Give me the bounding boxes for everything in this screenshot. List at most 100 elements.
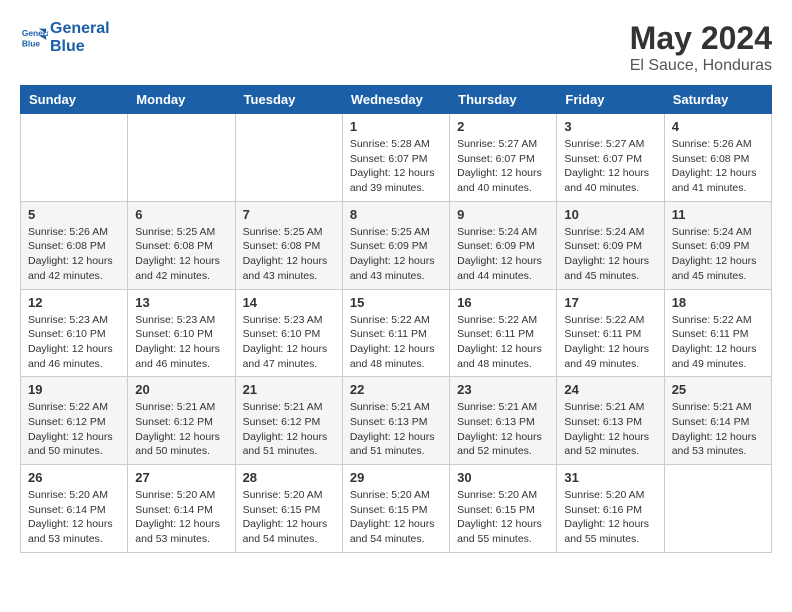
day-info: Sunrise: 5:22 AM Sunset: 6:11 PM Dayligh…	[672, 313, 764, 372]
calendar-cell: 24 Sunrise: 5:21 AM Sunset: 6:13 PM Dayli…	[557, 377, 664, 465]
day-info: Sunrise: 5:21 AM Sunset: 6:13 PM Dayligh…	[350, 400, 442, 459]
day-info: Sunrise: 5:20 AM Sunset: 6:14 PM Dayligh…	[135, 488, 227, 547]
calendar-cell: 5 Sunrise: 5:26 AM Sunset: 6:08 PM Daylig…	[21, 201, 128, 289]
calendar-cell: 31Sunrise: 5:20 AM Sunset: 6:16 PM Dayli…	[557, 465, 664, 553]
column-header-saturday: Saturday	[664, 86, 771, 114]
day-info: Sunrise: 5:20 AM Sunset: 6:14 PM Dayligh…	[28, 488, 120, 547]
calendar-cell: 25 Sunrise: 5:21 AM Sunset: 6:14 PM Dayli…	[664, 377, 771, 465]
calendar-cell	[664, 465, 771, 553]
day-info: Sunrise: 5:23 AM Sunset: 6:10 PM Dayligh…	[135, 313, 227, 372]
calendar-cell: 3 Sunrise: 5:27 AM Sunset: 6:07 PM Daylig…	[557, 114, 664, 202]
day-number: 8	[350, 207, 442, 222]
day-info: Sunrise: 5:20 AM Sunset: 6:16 PM Dayligh…	[564, 488, 656, 547]
day-number: 1	[350, 119, 442, 134]
day-info: Sunrise: 5:23 AM Sunset: 6:10 PM Dayligh…	[28, 313, 120, 372]
day-info: Sunrise: 5:26 AM Sunset: 6:08 PM Dayligh…	[28, 225, 120, 284]
column-header-wednesday: Wednesday	[342, 86, 449, 114]
calendar-cell	[235, 114, 342, 202]
calendar-cell: 9Sunrise: 5:24 AM Sunset: 6:09 PM Daylig…	[450, 201, 557, 289]
day-info: Sunrise: 5:27 AM Sunset: 6:07 PM Dayligh…	[457, 137, 549, 196]
column-header-monday: Monday	[128, 86, 235, 114]
calendar-cell	[21, 114, 128, 202]
day-info: Sunrise: 5:24 AM Sunset: 6:09 PM Dayligh…	[672, 225, 764, 284]
day-info: Sunrise: 5:26 AM Sunset: 6:08 PM Dayligh…	[672, 137, 764, 196]
column-header-tuesday: Tuesday	[235, 86, 342, 114]
day-number: 24	[564, 382, 656, 397]
day-number: 20	[135, 382, 227, 397]
day-number: 3	[564, 119, 656, 134]
day-info: Sunrise: 5:21 AM Sunset: 6:13 PM Dayligh…	[564, 400, 656, 459]
day-number: 14	[243, 295, 335, 310]
day-info: Sunrise: 5:20 AM Sunset: 6:15 PM Dayligh…	[457, 488, 549, 547]
day-number: 18	[672, 295, 764, 310]
logo-text: GeneralBlue	[50, 20, 110, 55]
day-info: Sunrise: 5:20 AM Sunset: 6:15 PM Dayligh…	[350, 488, 442, 547]
location-title: El Sauce, Honduras	[630, 57, 772, 75]
day-info: Sunrise: 5:24 AM Sunset: 6:09 PM Dayligh…	[457, 225, 549, 284]
day-info: Sunrise: 5:22 AM Sunset: 6:11 PM Dayligh…	[457, 313, 549, 372]
day-number: 22	[350, 382, 442, 397]
calendar-cell: 12 Sunrise: 5:23 AM Sunset: 6:10 PM Dayli…	[21, 289, 128, 377]
day-number: 11	[672, 207, 764, 222]
column-header-thursday: Thursday	[450, 86, 557, 114]
day-number: 25	[672, 382, 764, 397]
day-number: 16	[457, 295, 549, 310]
day-number: 6	[135, 207, 227, 222]
calendar-cell: 2 Sunrise: 5:27 AM Sunset: 6:07 PM Daylig…	[450, 114, 557, 202]
day-number: 13	[135, 295, 227, 310]
day-number: 17	[564, 295, 656, 310]
day-number: 4	[672, 119, 764, 134]
calendar-cell: 15Sunrise: 5:22 AM Sunset: 6:11 PM Dayli…	[342, 289, 449, 377]
calendar-cell: 14 Sunrise: 5:23 AM Sunset: 6:10 PM Dayli…	[235, 289, 342, 377]
calendar-cell: 4 Sunrise: 5:26 AM Sunset: 6:08 PM Daylig…	[664, 114, 771, 202]
day-number: 19	[28, 382, 120, 397]
day-info: Sunrise: 5:21 AM Sunset: 6:13 PM Dayligh…	[457, 400, 549, 459]
day-number: 12	[28, 295, 120, 310]
day-number: 29	[350, 470, 442, 485]
day-number: 10	[564, 207, 656, 222]
day-number: 21	[243, 382, 335, 397]
calendar-cell: 28 Sunrise: 5:20 AM Sunset: 6:15 PM Dayli…	[235, 465, 342, 553]
calendar-cell: 11 Sunrise: 5:24 AM Sunset: 6:09 PM Dayli…	[664, 201, 771, 289]
calendar-cell: 29 Sunrise: 5:20 AM Sunset: 6:15 PM Dayli…	[342, 465, 449, 553]
column-header-friday: Friday	[557, 86, 664, 114]
calendar-cell: 20Sunrise: 5:21 AM Sunset: 6:12 PM Dayli…	[128, 377, 235, 465]
day-info: Sunrise: 5:21 AM Sunset: 6:14 PM Dayligh…	[672, 400, 764, 459]
calendar-table: SundayMondayTuesdayWednesdayThursdayFrid…	[20, 85, 772, 553]
calendar-cell: 26 Sunrise: 5:20 AM Sunset: 6:14 PM Dayli…	[21, 465, 128, 553]
day-info: Sunrise: 5:24 AM Sunset: 6:09 PM Dayligh…	[564, 225, 656, 284]
day-number: 26	[28, 470, 120, 485]
day-number: 2	[457, 119, 549, 134]
day-number: 30	[457, 470, 549, 485]
day-number: 5	[28, 207, 120, 222]
calendar-cell: 18 Sunrise: 5:22 AM Sunset: 6:11 PM Dayli…	[664, 289, 771, 377]
svg-text:Blue: Blue	[22, 38, 40, 48]
calendar-cell: 13 Sunrise: 5:23 AM Sunset: 6:10 PM Dayli…	[128, 289, 235, 377]
calendar-cell: 8Sunrise: 5:25 AM Sunset: 6:09 PM Daylig…	[342, 201, 449, 289]
day-info: Sunrise: 5:22 AM Sunset: 6:12 PM Dayligh…	[28, 400, 120, 459]
calendar-cell: 10 Sunrise: 5:24 AM Sunset: 6:09 PM Dayli…	[557, 201, 664, 289]
calendar-cell: 7Sunrise: 5:25 AM Sunset: 6:08 PM Daylig…	[235, 201, 342, 289]
day-info: Sunrise: 5:20 AM Sunset: 6:15 PM Dayligh…	[243, 488, 335, 547]
day-info: Sunrise: 5:27 AM Sunset: 6:07 PM Dayligh…	[564, 137, 656, 196]
day-info: Sunrise: 5:25 AM Sunset: 6:08 PM Dayligh…	[135, 225, 227, 284]
day-number: 23	[457, 382, 549, 397]
column-header-sunday: Sunday	[21, 86, 128, 114]
month-title: May 2024	[630, 20, 772, 57]
day-info: Sunrise: 5:23 AM Sunset: 6:10 PM Dayligh…	[243, 313, 335, 372]
calendar-cell: 19 Sunrise: 5:22 AM Sunset: 6:12 PM Dayli…	[21, 377, 128, 465]
calendar-cell: 23 Sunrise: 5:21 AM Sunset: 6:13 PM Dayli…	[450, 377, 557, 465]
day-info: Sunrise: 5:22 AM Sunset: 6:11 PM Dayligh…	[564, 313, 656, 372]
day-info: Sunrise: 5:28 AM Sunset: 6:07 PM Dayligh…	[350, 137, 442, 196]
calendar-cell	[128, 114, 235, 202]
day-number: 27	[135, 470, 227, 485]
calendar-cell: 21 Sunrise: 5:21 AM Sunset: 6:12 PM Dayli…	[235, 377, 342, 465]
day-info: Sunrise: 5:21 AM Sunset: 6:12 PM Dayligh…	[243, 400, 335, 459]
day-number: 28	[243, 470, 335, 485]
calendar-cell: 16 Sunrise: 5:22 AM Sunset: 6:11 PM Dayli…	[450, 289, 557, 377]
calendar-cell: 1 Sunrise: 5:28 AM Sunset: 6:07 PM Daylig…	[342, 114, 449, 202]
day-number: 7	[243, 207, 335, 222]
calendar-cell: 30 Sunrise: 5:20 AM Sunset: 6:15 PM Dayli…	[450, 465, 557, 553]
calendar-cell: 17 Sunrise: 5:22 AM Sunset: 6:11 PM Dayli…	[557, 289, 664, 377]
page-header: General Blue GeneralBlue May 2024 El Sau…	[20, 20, 772, 75]
